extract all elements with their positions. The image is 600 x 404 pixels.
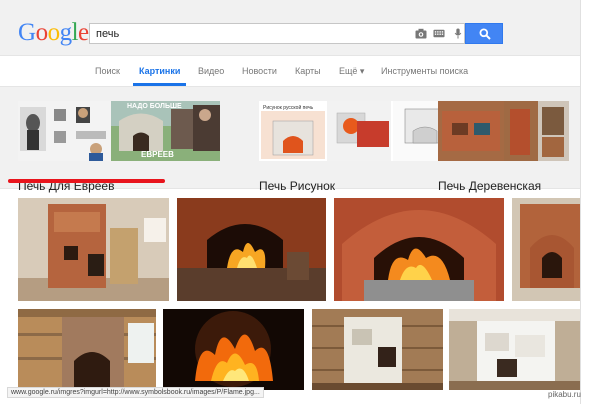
meme-caption-top: НАДО БОЛЬШЕ (127, 103, 182, 110)
search-button[interactable] (465, 23, 503, 44)
result-image (18, 309, 156, 390)
result-image (177, 198, 326, 301)
thumbnail-image (18, 101, 111, 161)
related-thumbnail: НАДО БОЛЬШЕ ЕВРЕЕВ (111, 101, 220, 161)
keyboard-icon[interactable] (433, 28, 445, 39)
logo-letter: o (35, 19, 49, 46)
image-result[interactable] (18, 309, 156, 390)
image-result[interactable] (334, 198, 504, 301)
tab-search[interactable]: Поиск (95, 66, 120, 76)
tab-search-tools[interactable]: Инструменты поиска (381, 66, 468, 76)
google-logo[interactable]: Google (18, 18, 89, 48)
result-image (334, 198, 504, 301)
related-search-card[interactable]: НАДО БОЛЬШЕ ЕВРЕЕВ Печь Для Евреев (18, 101, 220, 193)
image-result[interactable] (312, 309, 443, 390)
tab-maps[interactable]: Карты (295, 66, 321, 76)
search-box (89, 23, 465, 44)
meme-caption-bottom: ЕВРЕЕВ (141, 150, 174, 159)
tab-more[interactable]: Ещё ▾ (339, 66, 364, 77)
image-result[interactable] (18, 198, 169, 301)
related-thumbnail: Рисунок русской печь (259, 101, 461, 161)
result-image (449, 309, 580, 390)
related-thumbnail (18, 101, 111, 161)
logo-letter: o (47, 19, 61, 46)
related-search-label[interactable]: Печь Деревенская (438, 179, 541, 193)
thumbnail-image (438, 101, 569, 161)
thumbnail-caption: Рисунок русской печь (263, 105, 314, 111)
camera-icon[interactable] (415, 28, 427, 39)
related-searches: НАДО БОЛЬШЕ ЕВРЕЕВ Печь Для Евреев Рисун… (0, 86, 580, 193)
search-icon (479, 28, 491, 40)
result-image (312, 309, 443, 390)
related-thumbnail (438, 101, 569, 161)
related-search-label[interactable]: Печь Рисунок (259, 179, 335, 193)
status-url: www.google.ru/imgres?imgurl=http://www.s… (7, 387, 264, 398)
microphone-icon[interactable] (452, 28, 464, 39)
highlight-underline (8, 179, 165, 183)
header: Google (0, 0, 580, 56)
logo-letter: g (59, 19, 73, 46)
search-input[interactable] (96, 24, 406, 43)
image-result[interactable] (512, 198, 580, 301)
image-result[interactable] (163, 309, 304, 390)
watermark: pikabu.ru (548, 390, 581, 399)
related-search-card[interactable]: Печь Деревенская (438, 101, 600, 193)
logo-letter: G (18, 19, 36, 46)
image-result[interactable] (449, 309, 580, 390)
result-image (512, 198, 580, 301)
logo-letter: e (78, 19, 89, 46)
result-image (163, 309, 304, 390)
result-image (18, 198, 169, 301)
search-tabs: Поиск Картинки Видео Новости Карты Ещё ▾… (0, 56, 580, 86)
tab-images[interactable]: Картинки (139, 66, 180, 76)
page-scroll-edge (580, 0, 581, 404)
tab-video[interactable]: Видео (198, 66, 224, 76)
tab-news[interactable]: Новости (242, 66, 277, 76)
related-search-card[interactable]: Рисунок русской печь Печь Рисунок (259, 101, 461, 193)
image-result[interactable] (177, 198, 326, 301)
